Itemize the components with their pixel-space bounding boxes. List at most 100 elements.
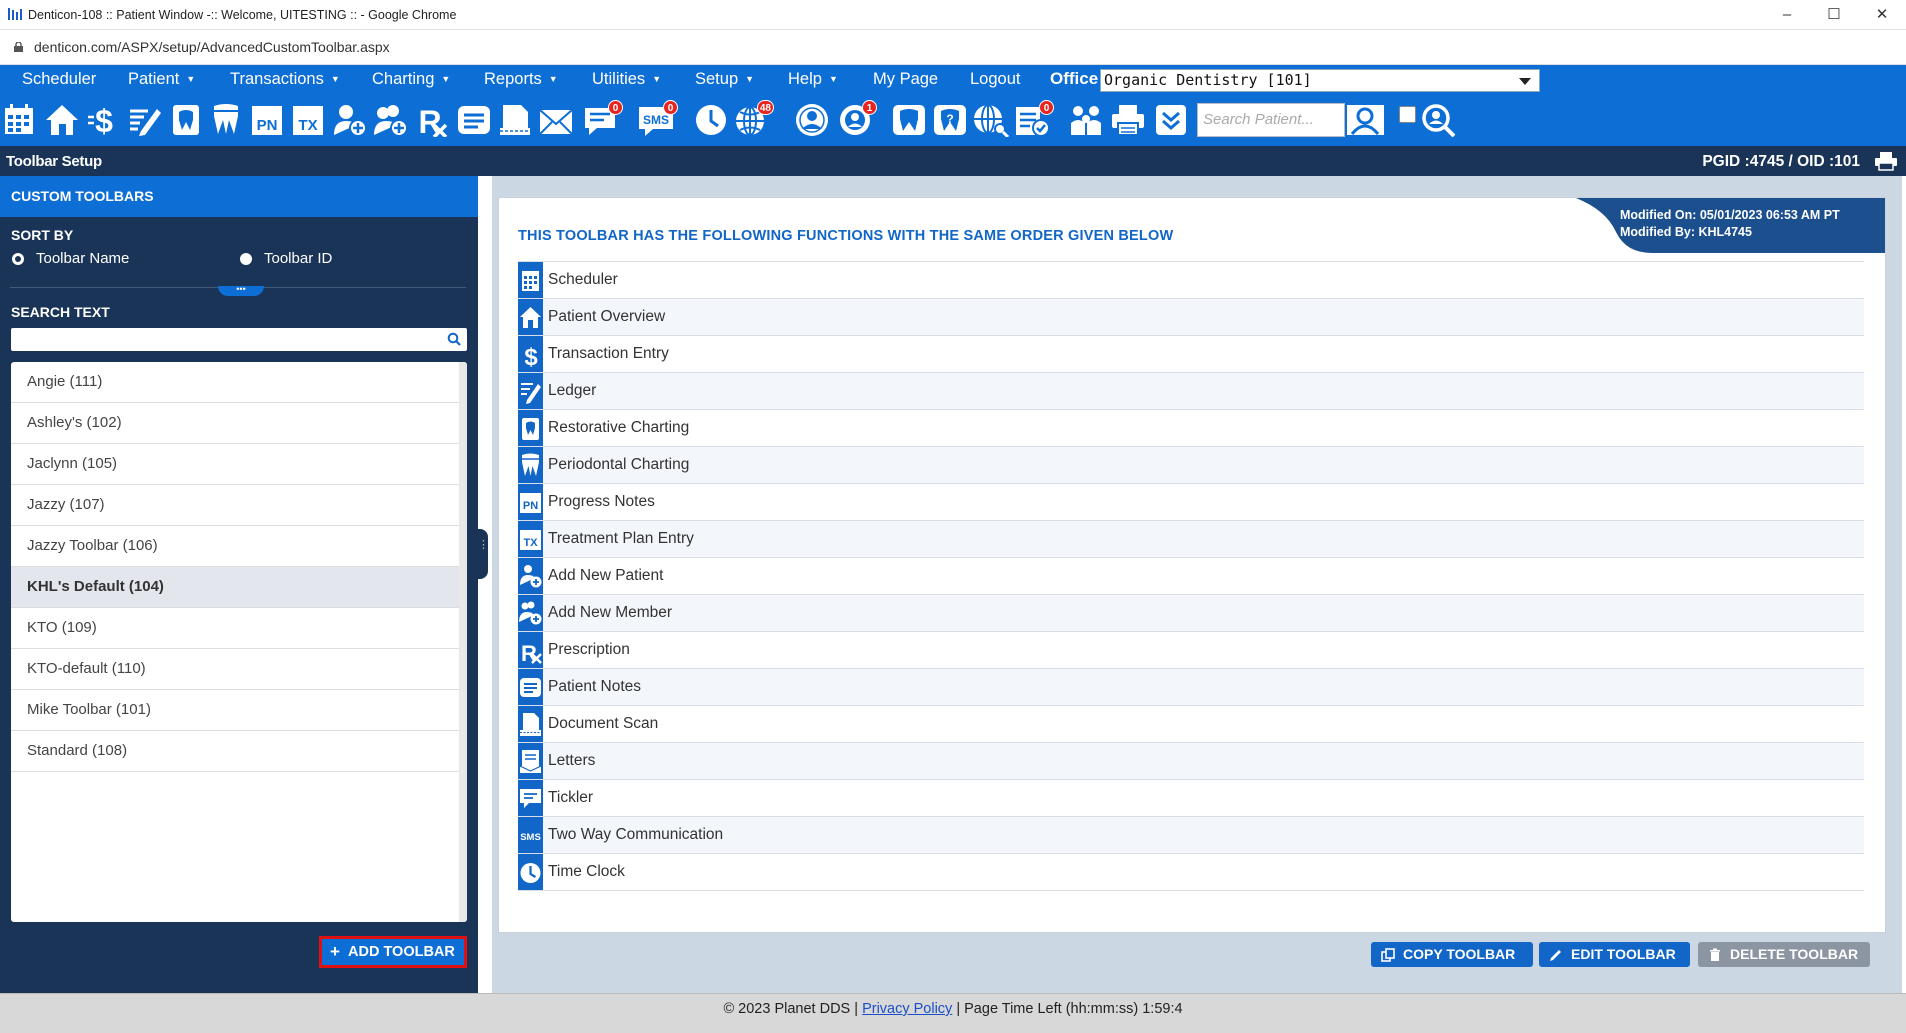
splitter-handle[interactable]: ⋮ [478, 529, 489, 579]
sort-by-name-label[interactable]: Toolbar Name [36, 250, 129, 267]
nav-charting[interactable]: Charting ▼ [372, 65, 450, 95]
sms-icon: SMS [518, 817, 543, 854]
nav-patient[interactable]: Patient ▼ [128, 65, 195, 95]
denticon-logo-icon [8, 8, 22, 20]
office-select[interactable]: Organic Dentistry [101] [1100, 69, 1540, 92]
add-patient-icon[interactable] [332, 103, 368, 137]
progress-notes-icon[interactable]: PN [249, 103, 285, 137]
web-globe-icon[interactable]: 48 [734, 100, 774, 137]
rx-icon: R [518, 632, 543, 669]
patient-search-button[interactable] [1345, 103, 1386, 137]
function-row: Ledger [518, 372, 1864, 410]
treatment-plan-icon[interactable]: TX [290, 103, 326, 137]
function-row: Letters [518, 742, 1864, 780]
patient-portal-icon[interactable] [794, 103, 830, 137]
copy-toolbar-button[interactable]: COPY TOOLBAR [1371, 942, 1533, 967]
copyright-text: © 2023 Planet DDS [723, 1001, 851, 1017]
letter-icon [518, 743, 543, 780]
list-item[interactable]: KTO (109) [11, 608, 459, 649]
advanced-search-icon[interactable] [1420, 103, 1456, 138]
nav-scheduler[interactable]: Scheduler [22, 65, 96, 95]
nav-my-page[interactable]: My Page [873, 65, 938, 95]
nav-utilities[interactable]: Utilities ▼ [592, 65, 661, 95]
time-clock-icon[interactable] [693, 103, 729, 137]
sms-icon[interactable]: SMS 0 [638, 100, 678, 137]
url-text[interactable]: denticon.com/ASPX/setup/AdvancedCustomTo… [34, 39, 390, 55]
add-toolbar-button[interactable]: + ADD TOOLBAR [319, 936, 467, 968]
print-icon[interactable] [1110, 103, 1146, 137]
document-scan-icon[interactable] [497, 103, 533, 137]
patient-notes-icon[interactable] [456, 103, 492, 137]
tickler-icon[interactable]: 0 [583, 100, 623, 137]
search-icon[interactable] [447, 332, 461, 346]
search-patient-input[interactable]: Search Patient... [1197, 103, 1345, 137]
list-item[interactable]: KTO-default (110) [11, 649, 459, 690]
minimize-button[interactable]: – [1765, 4, 1809, 26]
dollar-icon[interactable]: $ [86, 103, 122, 139]
maximize-button[interactable]: ☐ [1812, 4, 1856, 26]
list-item[interactable]: Jazzy Toolbar (106) [11, 526, 459, 567]
list-item[interactable]: Jaclynn (105) [11, 444, 459, 485]
sort-by-id-label[interactable]: Toolbar ID [264, 250, 332, 267]
calendar-icon[interactable] [2, 103, 38, 137]
function-label: Ledger [548, 382, 597, 399]
family-icon[interactable] [1068, 103, 1104, 137]
nav-setup[interactable]: Setup ▼ [695, 65, 754, 95]
list-item-selected[interactable]: KHL's Default (104) [11, 567, 459, 608]
toolbar-checkbox[interactable] [1399, 106, 1416, 123]
alerts-icon[interactable]: 1 [837, 100, 877, 137]
list-scrollbar[interactable] [459, 362, 467, 922]
function-label: Progress Notes [548, 493, 655, 510]
page-time-left: | Page Time Left (hh:mm:ss) 1:59:4 [956, 1001, 1183, 1017]
rx-icon[interactable]: R [414, 103, 450, 140]
modified-on: Modified On: 05/01/2023 06:53 AM PT [1620, 208, 1840, 222]
nav-reports[interactable]: Reports ▼ [484, 65, 558, 95]
function-row: R Prescription [518, 631, 1864, 669]
svg-text:TX: TX [298, 117, 317, 134]
nav-transactions[interactable]: Transactions ▼ [230, 65, 340, 95]
delete-toolbar-button[interactable]: DELETE TOOLBAR [1698, 942, 1870, 967]
ledger-icon[interactable] [127, 103, 163, 137]
user-search-icon [1350, 107, 1380, 135]
function-label: Two Way Communication [548, 826, 724, 843]
perio-chart-icon[interactable] [208, 103, 244, 137]
address-bar[interactable]: denticon.com/ASPX/setup/AdvancedCustomTo… [0, 30, 1906, 65]
nav-help[interactable]: Help ▼ [788, 65, 838, 95]
collapse-sort-tab[interactable]: ••• [218, 285, 264, 296]
list-item[interactable]: Standard (108) [11, 731, 459, 772]
close-window-button[interactable]: ✕ [1860, 4, 1904, 26]
letters-icon[interactable] [538, 103, 574, 137]
search-text-label: SEARCH TEXT [11, 304, 110, 320]
print-page-icon[interactable] [1874, 151, 1898, 171]
list-item[interactable]: Ashley's (102) [11, 403, 459, 444]
toolbar-list: Angie (111) Ashley's (102) Jaclynn (105)… [11, 362, 467, 922]
list-item[interactable]: Mike Toolbar (101) [11, 690, 459, 731]
privacy-policy-link[interactable]: Privacy Policy [862, 1001, 952, 1017]
add-member-icon[interactable] [373, 103, 409, 137]
forms-badge: 0 [1039, 100, 1054, 115]
edit-toolbar-button[interactable]: EDIT TOOLBAR [1539, 942, 1690, 967]
nav-logout[interactable]: Logout [970, 65, 1020, 95]
function-row: Tickler [518, 779, 1864, 817]
collapse-chevron-icon[interactable] [1153, 103, 1189, 137]
help-tooth-icon[interactable]: ? [932, 103, 968, 137]
svg-text:SMS: SMS [520, 832, 541, 843]
function-row: Time Clock [518, 853, 1864, 891]
home-icon[interactable] [44, 103, 80, 137]
tooth-icon[interactable] [891, 103, 927, 137]
search-text-input[interactable] [11, 328, 467, 351]
list-item[interactable]: Angie (111) [11, 362, 459, 403]
sort-by-label: SORT BY [11, 227, 74, 243]
sort-by-name-radio[interactable] [12, 253, 24, 265]
web-search-icon[interactable] [973, 103, 1010, 139]
tooth-chart-icon[interactable] [168, 103, 204, 137]
function-label: Patient Overview [548, 308, 666, 325]
plus-icon: + [330, 942, 340, 961]
sort-by-id-radio[interactable] [240, 253, 252, 265]
forms-icon[interactable]: 0 [1014, 100, 1054, 137]
function-label: Periodontal Charting [548, 456, 690, 473]
list-item[interactable]: Jazzy (107) [11, 485, 459, 526]
caret-down-icon: ▼ [330, 74, 340, 84]
page-header: Toolbar Setup PGID :4745 / OID :101 [0, 146, 1906, 176]
function-row: SMS Two Way Communication [518, 816, 1864, 854]
